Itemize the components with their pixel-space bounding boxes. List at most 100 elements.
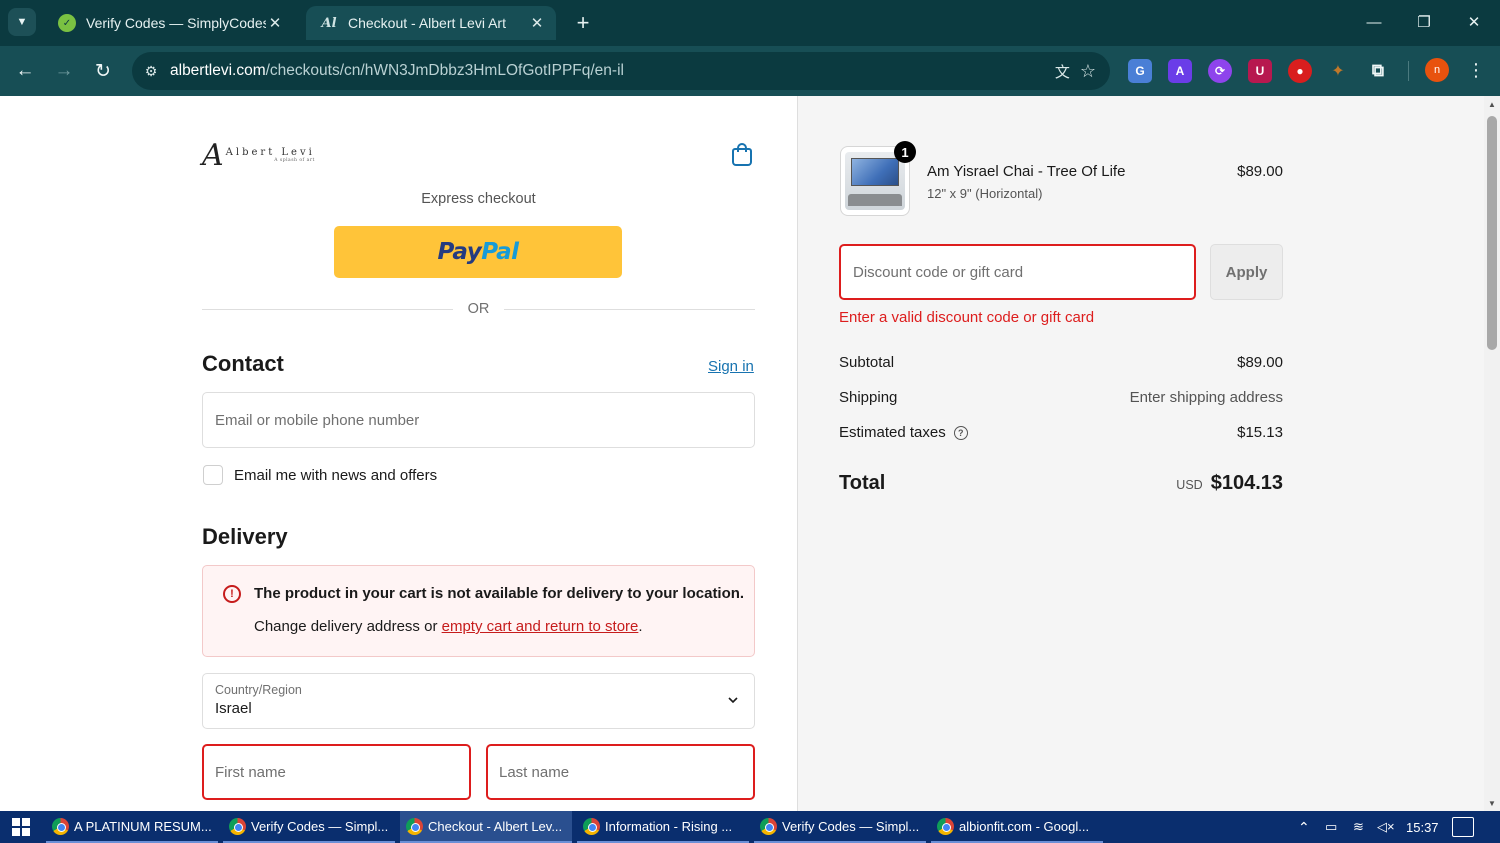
tab-search-button[interactable]: ▼ (8, 8, 36, 36)
last-name-field[interactable]: Last name (486, 744, 755, 800)
address-bar[interactable]: ⚙ albertlevi.com/checkouts/cn/hWN3JmDbbz… (132, 52, 1110, 90)
taskbar-item[interactable]: Verify Codes — Simpl... (223, 811, 395, 843)
reload-button[interactable]: ↻ (88, 56, 118, 86)
logo-mark: A (202, 138, 224, 173)
contact-heading: Contact (202, 351, 284, 376)
simplycodes-favicon-icon: ✓ (58, 14, 76, 32)
shield-extension-icon[interactable]: ● (1288, 59, 1312, 83)
email-placeholder: Email or mobile phone number (215, 411, 420, 429)
site-info-icon[interactable]: ⚙ (132, 52, 170, 90)
taskbar-item[interactable]: albionfit.com - Googl... (931, 811, 1103, 843)
scroll-down-icon[interactable]: ▼ (1484, 795, 1500, 811)
total-label: Total (839, 472, 886, 494)
close-icon[interactable]: ✕ (266, 14, 284, 32)
first-name-field[interactable]: First name (202, 744, 471, 800)
store-logo[interactable]: A Albert Levi A splash of art (202, 138, 315, 173)
windows-taskbar: A PLATINUM RESUM... Verify Codes — Simpl… (0, 811, 1500, 843)
simplycodes-extension-icon[interactable]: ⟳ (1208, 59, 1232, 83)
volume-muted-icon[interactable]: ◁× (1377, 811, 1395, 843)
minimize-button[interactable]: — (1352, 8, 1396, 36)
windows-start-icon[interactable] (0, 811, 42, 843)
toolbar-divider (1408, 61, 1409, 81)
discount-error-message: Enter a valid discount code or gift card (839, 309, 1095, 326)
restore-button[interactable]: ❐ (1402, 8, 1446, 36)
close-icon[interactable]: ✕ (528, 14, 546, 32)
browser-menu-icon[interactable]: ⋮ (1462, 56, 1490, 84)
browser-toolbar: ← → ↻ ⚙ albertlevi.com/checkouts/cn/hWN3… (0, 46, 1500, 96)
paypal-button[interactable]: Pay Pal (334, 226, 622, 278)
shipping-value: Enter shipping address (1129, 389, 1283, 406)
scroll-up-icon[interactable]: ▲ (1484, 96, 1500, 112)
product-price: $89.00 (1237, 163, 1283, 180)
currency-code: USD (1176, 478, 1203, 492)
country-select[interactable]: Country/Region Israel (202, 673, 755, 729)
chevron-down-icon (728, 697, 738, 704)
taxes-label: Estimated taxes (839, 424, 946, 441)
product-name: Am Yisrael Chai - Tree Of Life (927, 163, 1126, 180)
new-tab-button[interactable]: + (570, 10, 596, 36)
chrome-icon (229, 817, 246, 835)
discount-code-field[interactable]: Discount code or gift card (839, 244, 1196, 300)
back-button[interactable]: ← (10, 56, 40, 86)
chrome-icon (52, 817, 69, 835)
taxes-row: Estimated taxes? $15.13 (839, 424, 1283, 441)
url-text[interactable]: albertlevi.com/checkouts/cn/hWN3JmDbbz3H… (170, 62, 1055, 80)
bookmark-star-icon[interactable]: ☆ (1080, 61, 1096, 82)
chrome-icon (937, 817, 954, 835)
sign-in-link[interactable]: Sign in (708, 358, 754, 375)
taskbar-item[interactable]: Verify Codes — Simpl... (754, 811, 926, 843)
font-extension-icon[interactable]: A (1168, 59, 1192, 83)
total-amount: $104.13 (1210, 472, 1283, 494)
tab-title: Verify Codes — SimplyCodes (86, 15, 266, 31)
or-divider: OR (202, 299, 755, 319)
taskbar-item[interactable]: Information - Rising ... (577, 811, 749, 843)
taskbar-item-active[interactable]: Checkout - Albert Lev... (400, 811, 572, 843)
profile-avatar[interactable]: n (1425, 58, 1449, 82)
empty-cart-link[interactable]: empty cart and return to store (442, 618, 639, 635)
close-window-button[interactable]: ✕ (1452, 8, 1496, 36)
alert-body: Change delivery address or empty cart an… (254, 618, 643, 635)
google-translate-extension-icon[interactable]: G (1128, 59, 1152, 83)
tab-verify-codes[interactable]: ✓ Verify Codes — SimplyCodes ✕ (44, 6, 294, 40)
email-field[interactable]: Email or mobile phone number (202, 392, 755, 448)
scroll-thumb[interactable] (1487, 116, 1497, 350)
country-label: Country/Region (215, 683, 302, 697)
delivery-error-alert: ! The product in your cart is not availa… (202, 565, 755, 657)
product-image (845, 152, 905, 210)
newsletter-option[interactable]: Email me with news and offers (203, 465, 437, 485)
wifi-icon[interactable]: ≋ (1353, 811, 1364, 843)
shipping-label: Shipping (839, 389, 898, 406)
forward-button[interactable]: → (49, 56, 79, 86)
tray-chevron-icon[interactable]: ⌃ (1298, 811, 1310, 843)
shipping-row: Shipping Enter shipping address (839, 389, 1283, 406)
battery-icon[interactable]: ▭ (1325, 811, 1337, 843)
ublock-extension-icon[interactable]: U (1248, 59, 1272, 83)
logo-name: Albert Levi (225, 147, 315, 158)
clock-time[interactable]: 15:37 (1406, 811, 1439, 843)
honey-extension-icon[interactable]: ✦ (1326, 59, 1350, 83)
taskbar-item[interactable]: A PLATINUM RESUM... (46, 811, 218, 843)
help-circle-icon[interactable]: ? (953, 426, 968, 441)
last-name-placeholder: Last name (499, 763, 570, 781)
browser-tab-bar: ▼ ✓ Verify Codes — SimplyCodes ✕ Al Chec… (0, 0, 1500, 46)
page-scrollbar[interactable]: ▲ ▼ (1484, 96, 1500, 811)
taxes-value: $15.13 (1237, 424, 1283, 441)
subtotal-value: $89.00 (1237, 354, 1283, 371)
translate-icon[interactable]: 文 (1055, 61, 1070, 82)
chrome-icon (583, 817, 600, 835)
shopping-bag-icon[interactable] (728, 140, 756, 168)
albert-levi-favicon-icon: Al (321, 15, 337, 31)
chrome-icon (406, 817, 423, 835)
tab-checkout[interactable]: Al Checkout - Albert Levi Art ✕ (306, 6, 556, 40)
newsletter-label: Email me with news and offers (234, 466, 438, 484)
delivery-heading: Delivery (202, 524, 288, 549)
extensions-puzzle-icon[interactable]: ⧉ (1366, 59, 1390, 83)
newsletter-checkbox[interactable] (203, 465, 223, 485)
checkout-page: A Albert Levi A splash of art Express ch… (0, 96, 1484, 811)
notification-icon[interactable] (1452, 817, 1474, 837)
alert-circle-icon: ! (223, 585, 241, 603)
total-row: Total USD $104.13 (839, 472, 1283, 495)
logo-tagline: A splash of art (274, 158, 315, 163)
apply-discount-button[interactable]: Apply (1210, 244, 1283, 300)
first-name-placeholder: First name (215, 763, 286, 781)
